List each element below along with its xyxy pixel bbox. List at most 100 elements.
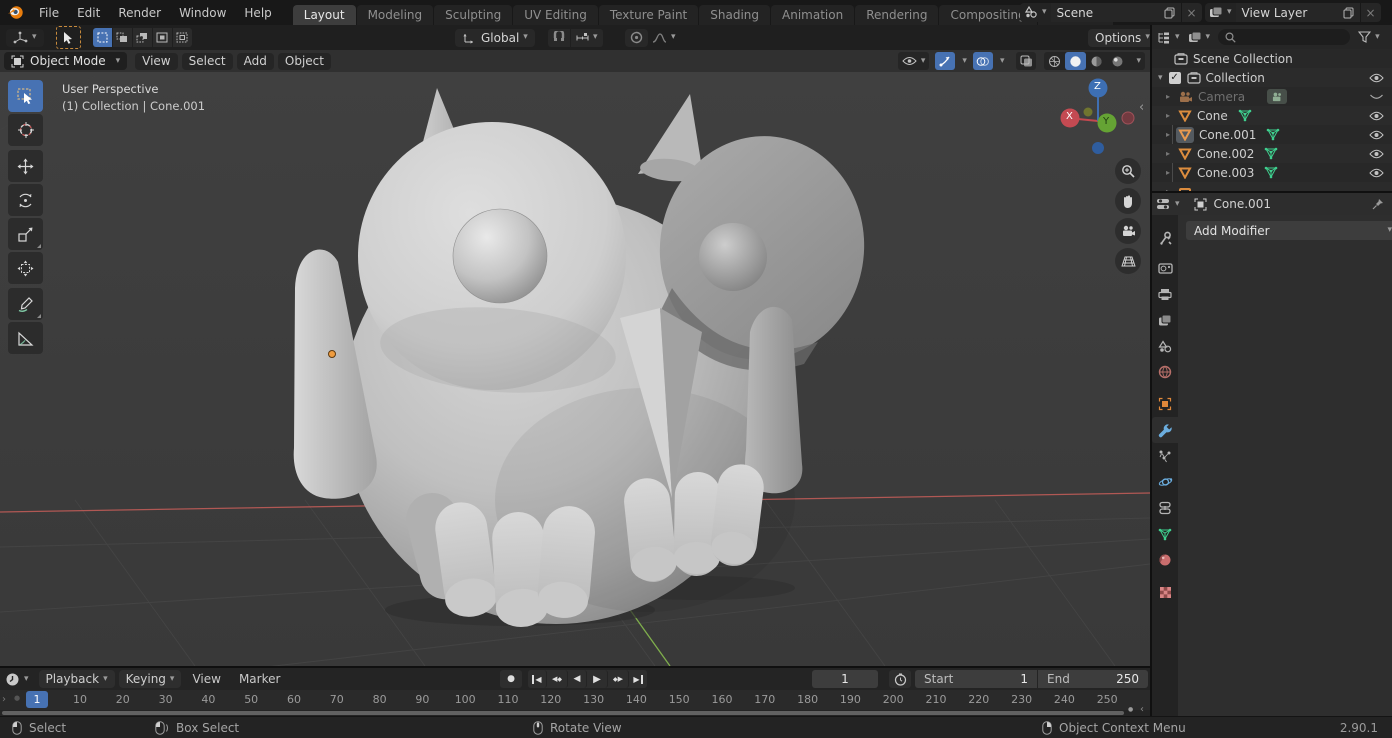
tab-object[interactable] [1152,391,1178,417]
viewport-canvas[interactable] [0,50,1150,666]
workspace-tab-uv-editing[interactable]: UV Editing [513,5,598,25]
select-mode-subtract-button[interactable] [133,28,152,47]
jump-to-end-button[interactable]: ▶ [629,670,647,688]
expand-arrow-icon[interactable]: ▸ [1166,149,1170,158]
expand-arrow-icon[interactable]: ▸ [1166,130,1170,139]
mesh-data-icon[interactable] [1266,128,1280,141]
shading-dropdown[interactable]: ▾ [1128,57,1145,66]
shading-wireframe-button[interactable] [1044,55,1065,68]
tool-transform[interactable] [8,252,43,284]
xray-toggle[interactable] [1016,52,1036,70]
viewport-menu-object[interactable]: Object [278,53,331,70]
timeline-menu-marker[interactable]: Marker [230,668,289,690]
outliner-row-cone-003[interactable]: ▸ Cone.003 [1152,163,1392,182]
scrollbar-collapse-arrow[interactable]: ‹ [1140,704,1144,715]
hide-toggle[interactable] [1369,130,1384,140]
workspace-tab-rendering[interactable]: Rendering [855,5,938,25]
mesh-data-icon[interactable] [1264,166,1278,179]
workspace-tab-shading[interactable]: Shading [699,5,770,25]
ortho-toggle-button[interactable] [1115,248,1141,274]
select-mode-set-button[interactable] [93,28,112,47]
workspace-tab-texture-paint[interactable]: Texture Paint [599,5,698,25]
timeline-ruler[interactable]: › ● 1 1020304050607080901001101201301401… [0,690,1150,710]
tool-scale[interactable] [8,218,43,250]
play-button[interactable]: ▶ [587,670,608,688]
current-frame-field[interactable]: 1 [812,670,878,688]
object-visibility-dropdown[interactable]: ▾ [898,52,930,70]
outliner-row-collection[interactable]: ▾ ✓ Collection [1152,68,1392,87]
viewport-menu-select[interactable]: Select [182,53,233,70]
timeline-menu-view[interactable]: View [183,668,229,690]
workspace-tab-modeling[interactable]: Modeling [357,5,434,25]
hide-toggle[interactable] [1369,149,1384,159]
new-view-layer-icon[interactable] [1343,7,1354,19]
frame-start-field[interactable]: Start 1 [915,670,1037,688]
show-gizmo-toggle[interactable] [935,52,955,70]
overlays-dropdown[interactable]: ▾ [993,57,1008,66]
expand-arrow-icon[interactable]: ▾ [1158,73,1163,83]
tab-physics[interactable] [1152,469,1178,495]
jump-to-start-button[interactable]: ◀ [528,670,547,688]
pin-icon[interactable] [1372,198,1384,210]
timeline-editor-type-button[interactable]: ▾ [5,672,29,687]
tab-texture[interactable] [1152,579,1178,605]
remove-view-layer-button[interactable]: × [1361,3,1381,22]
mesh-data-icon[interactable] [1264,147,1278,160]
hide-toggle[interactable] [1369,92,1384,102]
shading-material-button[interactable] [1086,55,1107,68]
tab-render[interactable] [1152,255,1178,281]
scene-name-field[interactable]: Scene [1051,3,1181,22]
auto-keying-record-button[interactable]: ● [500,670,522,688]
tool-select-box[interactable] [8,80,43,112]
view-layer-browse-button[interactable]: ▾ [1205,3,1236,22]
tool-move[interactable] [8,150,43,182]
properties-editor-type-button[interactable]: ▾ [1156,197,1180,211]
hide-toggle[interactable] [1369,111,1384,121]
outliner-row-clipped[interactable]: ▸ [1152,182,1392,191]
outliner-row-cone[interactable]: ▸ Cone [1152,106,1392,125]
tab-view-layer[interactable] [1152,307,1178,333]
viewport-menu-view[interactable]: View [135,53,177,70]
select-mode-extend-button[interactable] [113,28,132,47]
view-layer-name-field[interactable]: View Layer [1236,3,1360,22]
outliner-row-cone-002[interactable]: ▸ Cone.002 [1152,144,1392,163]
timeline-menu-playback[interactable]: Playback ▾ [39,670,115,688]
menu-render[interactable]: Render [109,0,170,25]
tab-tool[interactable] [1152,225,1178,251]
tab-object-data[interactable] [1152,521,1178,547]
next-keyframe-button[interactable]: ◆▶ [608,670,629,688]
outliner-filter-button[interactable]: ▾ [1358,31,1380,43]
timeline-scrollbar-thumb[interactable] [2,711,1124,715]
tab-world[interactable] [1152,359,1178,385]
play-reverse-button[interactable]: ◀ [568,670,587,688]
tab-particles[interactable] [1152,443,1178,469]
menu-edit[interactable]: Edit [68,0,109,25]
menu-file[interactable]: File [30,0,68,25]
shading-rendered-button[interactable] [1107,55,1128,68]
outliner-display-mode-button[interactable]: ▾ [1188,31,1211,44]
workspace-tab-layout[interactable]: Layout [293,5,356,25]
show-overlays-toggle[interactable] [973,52,993,70]
tab-scene[interactable] [1152,333,1178,359]
snap-settings-dropdown[interactable]: ▾ [571,29,603,47]
zoom-button[interactable] [1115,158,1141,184]
expand-arrow-icon[interactable]: ▸ [1166,111,1170,120]
pan-button[interactable] [1115,188,1141,214]
properties-breadcrumb[interactable]: Cone.001 [1194,197,1271,211]
unlink-scene-button[interactable]: × [1182,3,1202,22]
sidebar-expand-arrow[interactable]: ‹ [1139,100,1144,115]
workspace-tab-animation[interactable]: Animation [771,5,854,25]
proportional-falloff-dropdown[interactable]: ▾ [648,29,680,47]
select-mode-intersect-button[interactable] [173,28,192,47]
tab-constraints[interactable] [1152,495,1178,521]
add-modifier-dropdown[interactable]: Add Modifier ▾ [1186,221,1392,240]
tool-measure[interactable] [8,322,43,354]
tab-modifiers[interactable] [1152,417,1178,443]
menu-help[interactable]: Help [235,0,280,25]
gizmo-dropdown[interactable]: ▾ [955,57,970,66]
hide-toggle[interactable] [1369,73,1384,83]
outliner-row-camera[interactable]: ▸ Camera [1152,87,1392,106]
tool-rotate[interactable] [8,184,43,216]
viewport-menu-add[interactable]: Add [237,53,274,70]
tool-cursor[interactable] [8,114,43,146]
